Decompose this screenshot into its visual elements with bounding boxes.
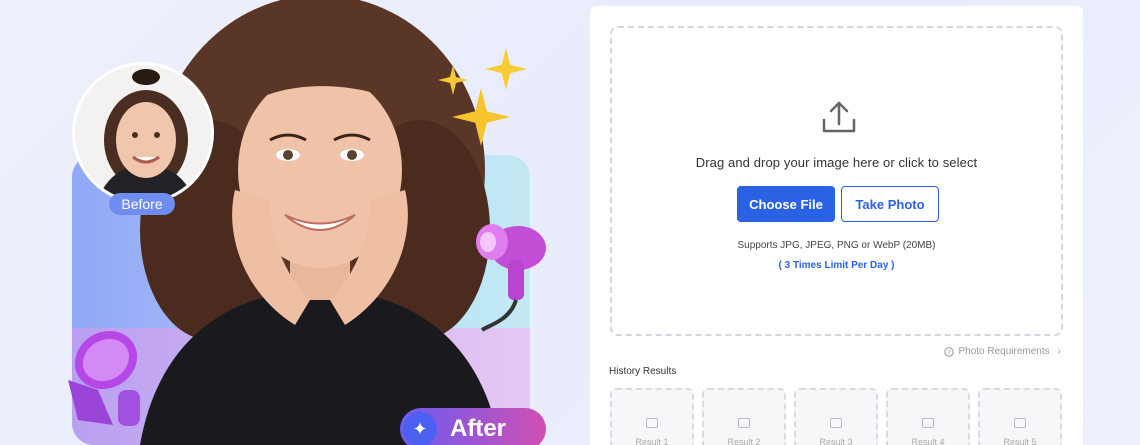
history-result-item[interactable]: Result 4 (886, 388, 970, 445)
history-result-item[interactable]: Result 5 (978, 388, 1062, 445)
daily-limit-note: ( 3 Times Limit Per Day ) (778, 260, 895, 271)
magic-wand-icon: ✦ (403, 412, 437, 445)
history-results-title: History Results (609, 366, 677, 377)
hair-dryer-icon (476, 224, 546, 332)
upload-panel: Drag and drop your image here or click t… (590, 6, 1083, 445)
sparkle-icon (452, 88, 510, 146)
help-circle-icon: ? (944, 346, 955, 357)
before-portrait (72, 62, 214, 204)
result-label: Result 1 (635, 437, 669, 445)
hero-illustration: Before After ✦ (0, 0, 580, 445)
image-placeholder-icon (830, 418, 842, 428)
after-label: After (450, 415, 507, 442)
history-result-item[interactable]: Result 3 (794, 388, 878, 445)
history-results-list: Result 1 Result 2 Result 3 Result 4 Resu… (610, 388, 1062, 445)
result-label: Result 2 (727, 437, 761, 445)
upload-dropzone[interactable]: Drag and drop your image here or click t… (610, 26, 1063, 336)
photo-requirements-label: Photo Requirements (958, 346, 1050, 357)
choose-file-button[interactable]: Choose File (737, 186, 835, 222)
before-badge: Before (109, 193, 175, 215)
image-placeholder-icon (646, 418, 658, 428)
image-placeholder-icon (738, 418, 750, 428)
history-result-item[interactable]: Result 2 (702, 388, 786, 445)
photo-requirements-link[interactable]: ? Photo Requirements › (944, 346, 1061, 357)
hair-brush-icon (68, 330, 140, 426)
result-label: Result 3 (819, 437, 853, 445)
upload-icon (822, 101, 856, 133)
image-placeholder-icon (922, 418, 934, 428)
supported-formats: Supports JPG, JPEG, PNG or WebP (20MB) (737, 240, 936, 251)
sparkle-icon (485, 48, 527, 90)
drop-instructions: Drag and drop your image here or click t… (695, 155, 978, 170)
history-result-item[interactable]: Result 1 (610, 388, 694, 445)
result-label: Result 4 (911, 437, 945, 445)
chevron-right-icon: › (1057, 346, 1061, 357)
take-photo-button[interactable]: Take Photo (841, 186, 939, 222)
result-label: Result 5 (1003, 437, 1037, 445)
image-placeholder-icon (1014, 418, 1026, 428)
